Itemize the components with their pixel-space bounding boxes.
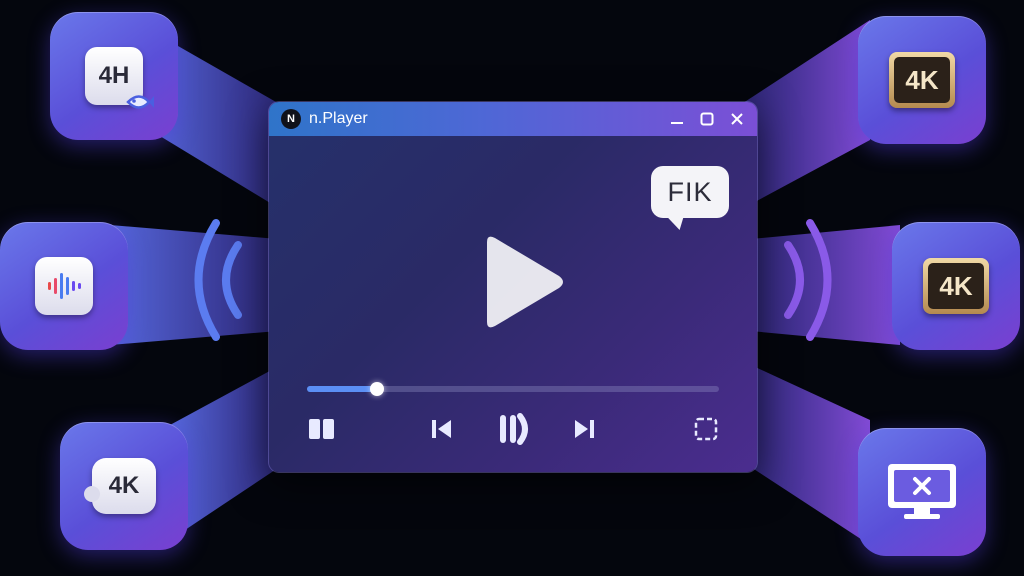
- beam-top-right: [740, 20, 870, 210]
- close-icon: [731, 113, 743, 125]
- playlist-button[interactable]: [307, 416, 337, 442]
- audio-waveform-icon: [35, 257, 93, 315]
- progress-bar[interactable]: [307, 382, 719, 396]
- fullscreen-button[interactable]: [693, 416, 719, 442]
- tile-4k-middle[interactable]: 4K: [892, 222, 1020, 350]
- tile-4k-middle-text: 4K: [928, 263, 984, 309]
- cast-screen-icon: [888, 464, 956, 519]
- next-button[interactable]: [571, 416, 597, 442]
- maximize-icon: [700, 112, 714, 126]
- tile-audio[interactable]: [0, 222, 128, 350]
- title-bar[interactable]: N n.Player: [269, 102, 757, 136]
- play-button[interactable]: [479, 232, 569, 332]
- app-logo-icon: N: [281, 109, 301, 129]
- 4k-badge-icon: 4K: [923, 258, 989, 314]
- sound-wave-right-icon: [784, 219, 832, 341]
- previous-button[interactable]: [429, 416, 455, 442]
- minimize-icon: [671, 122, 683, 124]
- beam-bottom-right: [740, 360, 870, 545]
- 4k-fish-icon: 4H: [85, 47, 154, 109]
- maximize-button[interactable]: [699, 111, 715, 127]
- 4k-badge-icon: 4K: [889, 52, 955, 108]
- progress-fill: [307, 386, 378, 392]
- close-button[interactable]: [729, 111, 745, 127]
- tile-4k-fish-text: 4H: [98, 62, 130, 89]
- tile-4k-fish[interactable]: 4H: [50, 12, 178, 140]
- app-title: n.Player: [309, 110, 368, 127]
- subtitle-badge-text: FIK: [667, 176, 713, 207]
- subtitle-button[interactable]: FIK: [651, 166, 729, 218]
- tile-4k-puzzle-text: 4K: [108, 472, 140, 499]
- tile-4k-top[interactable]: 4K: [858, 16, 986, 144]
- pause-button[interactable]: [497, 412, 533, 446]
- tile-cast[interactable]: [858, 428, 986, 556]
- app-logo-letter: N: [287, 113, 295, 125]
- minimize-button[interactable]: [669, 111, 685, 127]
- sound-wave-left-icon: [194, 219, 242, 341]
- progress-thumb[interactable]: [370, 382, 385, 396]
- player-window[interactable]: N n.Player FIK: [269, 102, 757, 472]
- tile-4k-puzzle[interactable]: 4K: [60, 422, 188, 550]
- 4k-puzzle-icon: 4K: [84, 458, 156, 514]
- tile-4k-top-text: 4K: [894, 57, 950, 103]
